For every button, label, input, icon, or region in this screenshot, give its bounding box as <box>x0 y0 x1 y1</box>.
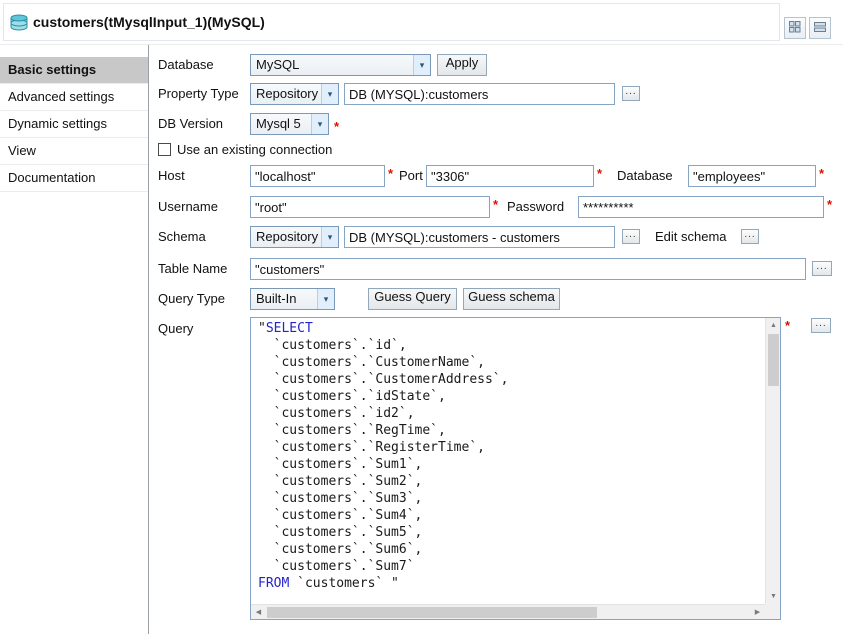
required-marker: * <box>785 318 790 333</box>
property-type-dropdown-value: Repository <box>251 84 321 104</box>
required-marker: * <box>334 119 339 134</box>
split-rows-icon <box>814 21 826 36</box>
schema-type-dropdown[interactable]: Repository ▾ <box>250 226 339 248</box>
chevron-down-icon: ▾ <box>317 289 334 309</box>
guess-schema-button[interactable]: Guess schema <box>463 288 560 310</box>
query-horizontal-scrollbar[interactable]: ◀ ▶ <box>251 604 765 619</box>
query-type-label: Query Type <box>158 288 225 310</box>
table-name-label: Table Name <box>158 258 227 280</box>
required-marker: * <box>827 197 832 212</box>
host-field[interactable] <box>250 165 385 187</box>
property-repository-field[interactable] <box>344 83 615 105</box>
scroll-down-icon[interactable]: ▼ <box>766 589 781 604</box>
schema-repository-field[interactable] <box>344 226 615 248</box>
property-repository-browse-button[interactable]: ... <box>622 86 640 101</box>
table-name-field[interactable] <box>250 258 806 280</box>
db-version-dropdown[interactable]: Mysql 5 ▾ <box>250 113 329 135</box>
schema-repository-browse-button[interactable]: ... <box>622 229 640 244</box>
required-marker: * <box>493 197 498 212</box>
edit-schema-label: Edit schema <box>655 226 727 248</box>
scroll-right-icon[interactable]: ▶ <box>750 605 765 620</box>
database-name-label: Database <box>617 165 673 187</box>
chevron-down-icon: ▾ <box>321 84 338 104</box>
table-name-browse-button[interactable]: ... <box>812 261 832 276</box>
query-text[interactable]: "SELECT `customers`.`id`, `customers`.`C… <box>251 318 765 604</box>
apply-button[interactable]: Apply <box>437 54 487 76</box>
db-version-dropdown-value: Mysql 5 <box>251 114 311 134</box>
username-field[interactable] <box>250 196 490 218</box>
maximize-panel-button[interactable] <box>784 17 806 39</box>
grid-layout-icon <box>789 21 801 36</box>
database-label: Database <box>158 54 214 76</box>
db-version-label: DB Version <box>158 113 223 135</box>
database-name-field[interactable] <box>688 165 816 187</box>
query-vertical-scrollbar[interactable]: ▲ ▼ <box>765 318 780 604</box>
query-type-dropdown[interactable]: Built-In ▾ <box>250 288 335 310</box>
password-label: Password <box>507 196 564 218</box>
chevron-down-icon: ▾ <box>413 55 430 75</box>
sidebar-item-advanced-settings[interactable]: Advanced settings <box>0 84 148 111</box>
property-type-label: Property Type <box>158 83 239 105</box>
edit-schema-button[interactable]: ... <box>741 229 759 244</box>
required-marker: * <box>597 166 602 181</box>
sidebar-item-documentation[interactable]: Documentation <box>0 165 148 192</box>
port-field[interactable] <box>426 165 594 187</box>
component-settings-panel: customers(tMysqlInput_1)(MySQL) Basic se… <box>0 0 843 634</box>
sidebar-item-dynamic-settings[interactable]: Dynamic settings <box>0 111 148 138</box>
required-marker: * <box>819 166 824 181</box>
chevron-down-icon: ▾ <box>321 227 338 247</box>
component-title: customers(tMysqlInput_1)(MySQL) <box>33 14 265 30</box>
required-marker: * <box>388 166 393 181</box>
scroll-up-icon[interactable]: ▲ <box>766 318 781 333</box>
minimize-panel-button[interactable] <box>809 17 831 39</box>
use-existing-connection-label: Use an existing connection <box>177 139 332 161</box>
scrollbar-corner <box>765 604 780 619</box>
horizontal-scroll-thumb[interactable] <box>267 607 597 618</box>
sidebar-item-view[interactable]: View <box>0 138 148 165</box>
query-open-editor-button[interactable]: ... <box>811 318 831 333</box>
database-dropdown[interactable]: MySQL ▾ <box>250 54 431 76</box>
sidebar-item-basic-settings[interactable]: Basic settings <box>0 57 148 84</box>
port-label: Port <box>399 165 423 187</box>
schema-label: Schema <box>158 226 206 248</box>
chevron-down-icon: ▾ <box>311 114 328 134</box>
database-component-icon <box>9 13 29 33</box>
guess-query-button[interactable]: Guess Query <box>368 288 457 310</box>
scroll-left-icon[interactable]: ◀ <box>251 605 266 620</box>
host-label: Host <box>158 165 185 187</box>
use-existing-connection-checkbox[interactable] <box>158 143 171 156</box>
username-label: Username <box>158 196 218 218</box>
settings-sidebar: Basic settings Advanced settings Dynamic… <box>0 45 149 634</box>
password-field[interactable] <box>578 196 824 218</box>
database-dropdown-value: MySQL <box>251 55 413 75</box>
vertical-scroll-thumb[interactable] <box>768 334 779 386</box>
header-bar: customers(tMysqlInput_1)(MySQL) <box>3 3 780 41</box>
query-type-dropdown-value: Built-In <box>251 289 317 309</box>
property-type-dropdown[interactable]: Repository ▾ <box>250 83 339 105</box>
query-label: Query <box>158 318 193 340</box>
query-editor[interactable]: "SELECT `customers`.`id`, `customers`.`C… <box>250 317 781 620</box>
schema-type-dropdown-value: Repository <box>251 227 321 247</box>
